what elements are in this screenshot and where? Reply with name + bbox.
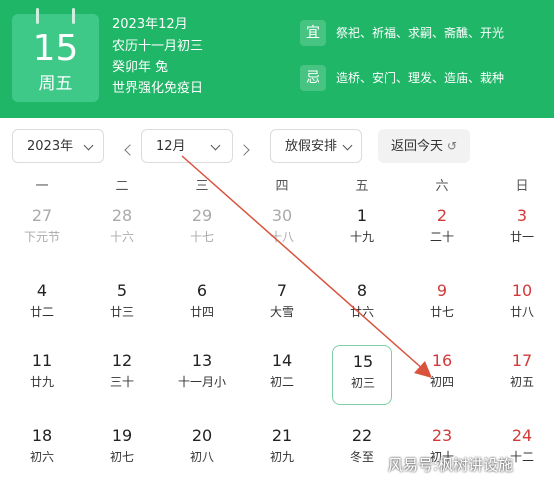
watermark: 风易号:枫树讲设施 <box>388 456 514 474</box>
annotation-arrow <box>181 155 432 378</box>
annotation-arrow-line <box>181 155 425 371</box>
